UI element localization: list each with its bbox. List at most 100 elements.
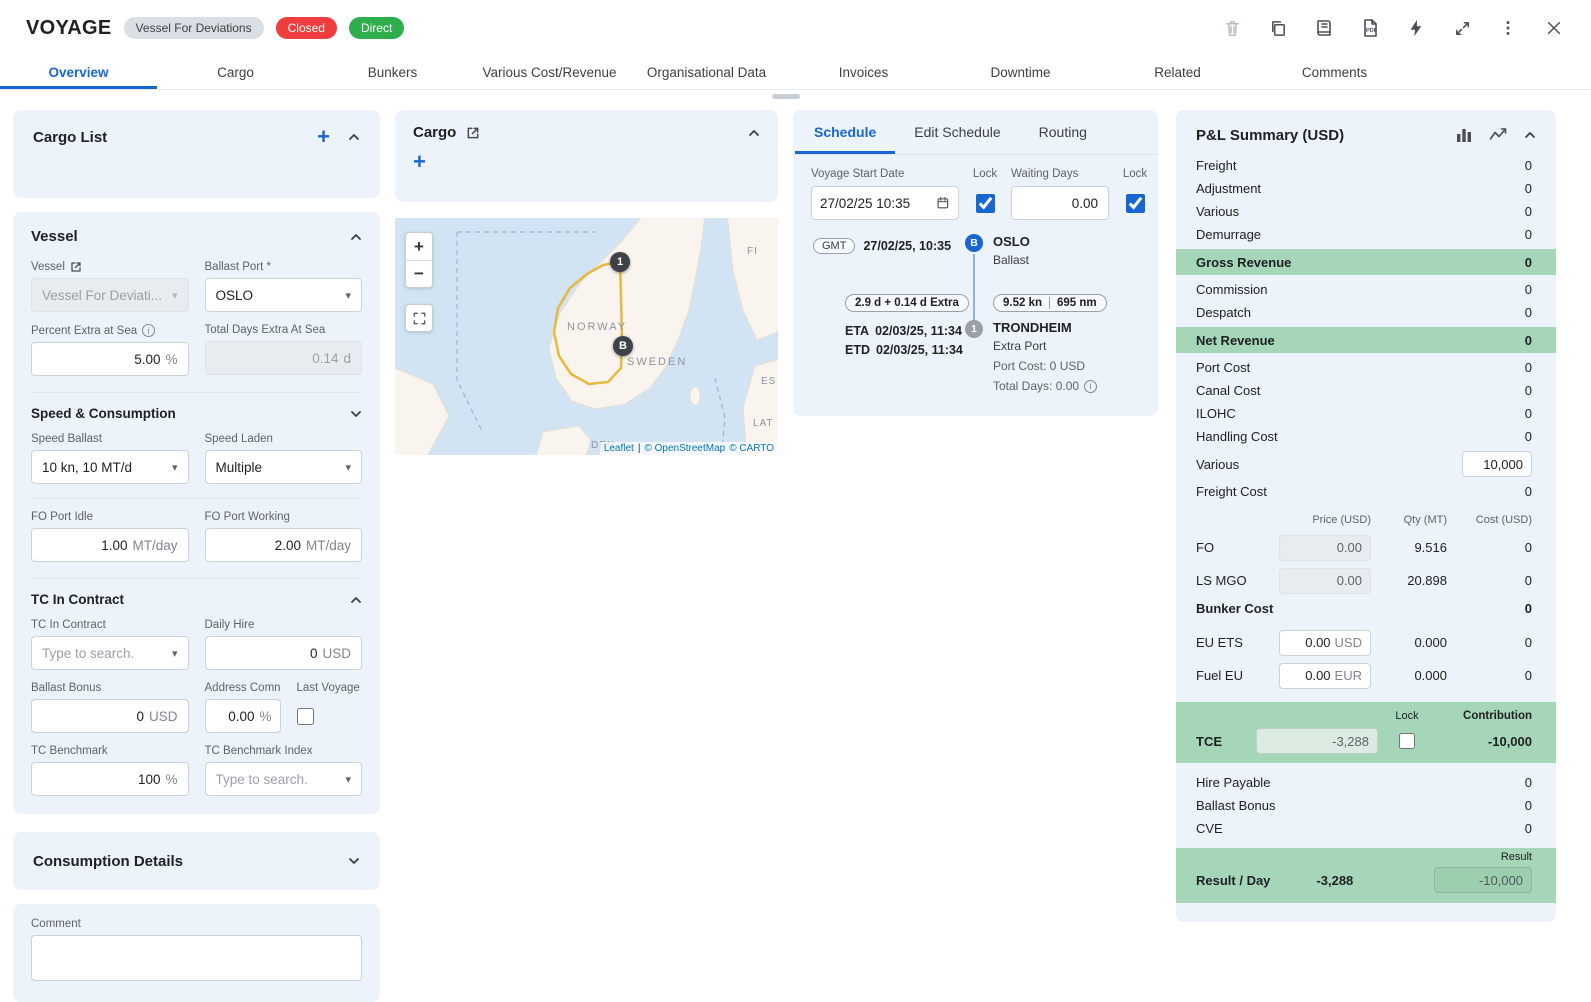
map-fullscreen-button[interactable] bbox=[405, 304, 433, 332]
open-vessel-icon[interactable] bbox=[70, 261, 82, 273]
tc-in-contract-section-header[interactable]: TC In Contract bbox=[31, 578, 362, 607]
bunker-price-input[interactable]: 0.00 bbox=[1279, 535, 1371, 561]
ballast-bonus-input[interactable] bbox=[42, 709, 144, 724]
expand-icon[interactable] bbox=[1451, 17, 1473, 39]
voyage-start-input[interactable] bbox=[820, 196, 931, 211]
schedule-tab[interactable]: Schedule bbox=[795, 110, 895, 154]
map-marker-extra-port[interactable]: 1 bbox=[610, 252, 630, 272]
tc-benchmark-input[interactable] bbox=[42, 772, 160, 787]
speed-consumption-section-header[interactable]: Speed & Consumption bbox=[31, 392, 362, 421]
pnl-row: Various0 bbox=[1176, 200, 1556, 223]
carto-link[interactable]: © CARTO bbox=[729, 443, 774, 454]
fo-port-working-input[interactable] bbox=[216, 538, 301, 553]
main-tab[interactable]: Downtime bbox=[942, 56, 1099, 89]
chevron-down-icon bbox=[348, 855, 360, 867]
window-header: VOYAGE Vessel For Deviations Closed Dire… bbox=[0, 0, 1591, 56]
open-cargo-icon[interactable] bbox=[466, 126, 480, 140]
address-comn-input-box: % bbox=[205, 699, 281, 733]
waiting-days-lock-checkbox[interactable] bbox=[1126, 194, 1145, 213]
info-icon[interactable] bbox=[1084, 380, 1097, 393]
waiting-days-input-box bbox=[1011, 186, 1109, 220]
info-icon[interactable] bbox=[142, 324, 155, 337]
main-tab[interactable]: Related bbox=[1099, 56, 1256, 89]
pdf-icon[interactable]: PDF bbox=[1359, 17, 1381, 39]
timeline-origin-marker[interactable]: B bbox=[965, 234, 983, 252]
vessel-select[interactable]: Vessel For Deviati... bbox=[31, 278, 189, 312]
bunker-table-header: Price (USD) Qty (MT) Cost (USD) bbox=[1176, 509, 1556, 531]
leaflet-link[interactable]: Leaflet bbox=[604, 443, 634, 454]
tc-in-contract-label: TC In Contract bbox=[31, 619, 106, 631]
middle-column: Cargo + NORWAY SWEDEN FI ES LAT DEN bbox=[395, 110, 778, 455]
voyage-start-lock-checkbox[interactable] bbox=[976, 194, 995, 213]
actions-icon[interactable] bbox=[1405, 17, 1427, 39]
schedule-tab[interactable]: Edit Schedule bbox=[895, 110, 1019, 154]
origin-port-type: Ballast bbox=[993, 253, 1030, 267]
collapse-pnl-icon[interactable] bbox=[1524, 129, 1536, 141]
eta-label: ETA bbox=[845, 324, 869, 338]
waiting-days-input[interactable] bbox=[1022, 196, 1098, 211]
drag-handle[interactable] bbox=[772, 94, 800, 99]
calendar-icon[interactable] bbox=[936, 195, 950, 211]
zoom-out-button[interactable]: − bbox=[406, 260, 432, 287]
speed-laden-select[interactable]: Multiple bbox=[205, 450, 363, 484]
main-tab[interactable]: Invoices bbox=[785, 56, 942, 89]
cargo-list-card: Cargo List + bbox=[13, 110, 380, 198]
pnl-row: Canal Cost0 bbox=[1176, 379, 1556, 402]
various-cost-input[interactable] bbox=[1471, 457, 1523, 472]
collapse-cargo-icon[interactable] bbox=[748, 127, 760, 139]
map-marker-ballast-port[interactable]: B bbox=[613, 336, 633, 356]
speed-ballast-select[interactable]: 10 kn, 10 MT/d bbox=[31, 450, 189, 484]
tc-benchmark-label: TC Benchmark bbox=[31, 745, 108, 757]
osm-link[interactable]: © OpenStreetMap bbox=[644, 443, 725, 454]
main-tab[interactable]: Various Cost/Revenue bbox=[471, 56, 628, 89]
main-tab[interactable]: Bunkers bbox=[314, 56, 471, 89]
daily-hire-input[interactable] bbox=[216, 646, 318, 661]
delete-icon[interactable] bbox=[1221, 17, 1243, 39]
chevron-down-icon bbox=[350, 408, 362, 420]
daily-hire-label: Daily Hire bbox=[205, 619, 255, 631]
pill-divider bbox=[1049, 297, 1050, 309]
tc-benchmark-index-select[interactable]: Type to search. bbox=[205, 762, 363, 796]
eta-value: 02/03/25, 11:34 bbox=[875, 324, 962, 338]
eu-price-input[interactable]: 0.00 EUR bbox=[1279, 663, 1371, 689]
consumption-details-card[interactable]: Consumption Details bbox=[13, 832, 380, 890]
tce-lock-label: Lock bbox=[1384, 710, 1430, 722]
pnl-row: Ballast Bonus0 bbox=[1176, 794, 1556, 817]
fo-port-idle-input[interactable] bbox=[42, 538, 127, 553]
main-tab[interactable]: Overview bbox=[0, 56, 157, 89]
collapse-vessel-icon[interactable] bbox=[350, 231, 362, 243]
tce-lock-checkbox[interactable] bbox=[1399, 733, 1415, 749]
address-comn-input[interactable] bbox=[214, 709, 255, 724]
comment-textarea[interactable] bbox=[31, 935, 362, 981]
map[interactable]: NORWAY SWEDEN FI ES LAT DEN 1 B + − Leaf… bbox=[395, 218, 778, 455]
close-icon[interactable] bbox=[1543, 17, 1565, 39]
collapse-cargo-list-icon[interactable] bbox=[348, 131, 360, 143]
copy-icon[interactable] bbox=[1267, 17, 1289, 39]
add-cargo-item-icon[interactable]: + bbox=[413, 149, 426, 174]
eu-price-input[interactable]: 0.00 USD bbox=[1279, 630, 1371, 656]
voyage-type-badge: Direct bbox=[349, 17, 404, 39]
percent-extra-input[interactable] bbox=[42, 352, 160, 367]
main-tab[interactable]: Organisational Data bbox=[628, 56, 785, 89]
bar-chart-icon[interactable] bbox=[1455, 126, 1473, 144]
journal-icon[interactable] bbox=[1313, 17, 1335, 39]
ballast-port-select[interactable]: OSLO bbox=[205, 278, 363, 312]
trend-chart-icon[interactable] bbox=[1489, 126, 1508, 144]
schedule-form: Voyage Start Date Lock Waiting Days Lock bbox=[793, 155, 1158, 226]
main-tab[interactable]: Cargo bbox=[157, 56, 314, 89]
main-tabbar: OverviewCargoBunkersVarious Cost/Revenue… bbox=[0, 56, 1591, 90]
tc-in-contract-select[interactable]: Type to search. bbox=[31, 636, 189, 670]
zoom-in-button[interactable]: + bbox=[406, 233, 432, 260]
add-cargo-icon[interactable]: + bbox=[317, 128, 330, 146]
main-tab[interactable]: Comments bbox=[1256, 56, 1413, 89]
chevron-down-icon bbox=[172, 461, 178, 474]
schedule-tab[interactable]: Routing bbox=[1020, 110, 1106, 154]
svg-text:PDF: PDF bbox=[1366, 28, 1378, 34]
pnl-row: CVE0 bbox=[1176, 817, 1556, 840]
more-icon[interactable] bbox=[1497, 17, 1519, 39]
last-voyage-checkbox[interactable] bbox=[297, 708, 314, 725]
timeline-extra-port-marker[interactable]: 1 bbox=[965, 320, 983, 338]
result-per-day-value: -3,288 bbox=[1316, 873, 1353, 888]
bunker-price-input[interactable]: 0.00 bbox=[1279, 568, 1371, 594]
eu-row: EU ETS 0.00 USD 0.000 0 bbox=[1176, 626, 1556, 659]
